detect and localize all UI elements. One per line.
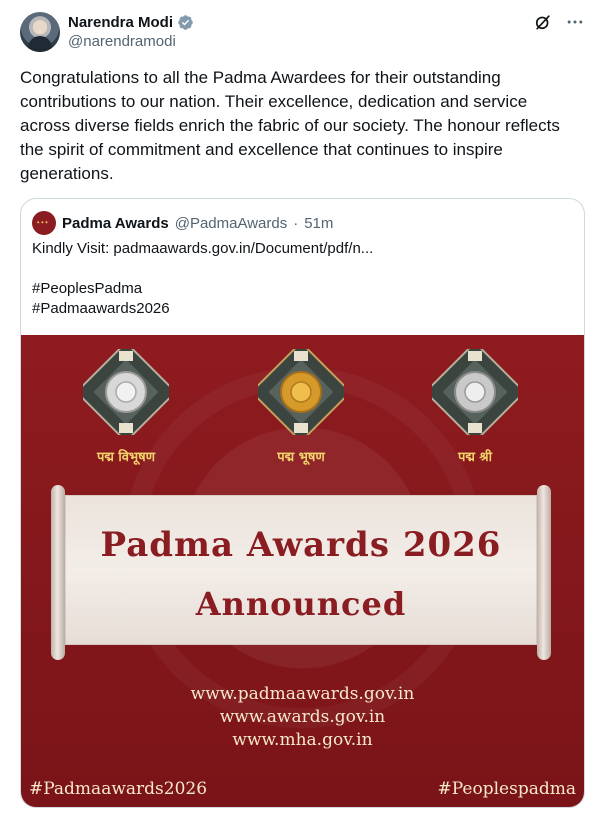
poster-url-list: www.padmaawards.gov.in www.awards.gov.in… <box>21 683 584 752</box>
padma-awards-poster-image[interactable]: पद्म विभूषण पद्म भूषण पद्म श्री Padma Aw… <box>21 335 584 807</box>
author-handle[interactable]: @narendramodi <box>68 33 194 50</box>
padma-shri-medal-icon <box>432 349 518 435</box>
separator-dot: · <box>293 214 299 232</box>
poster-hashtag-left: #Padmaawards2026 <box>29 779 208 799</box>
padma-bhushan-label: पद्म भूषण <box>277 450 325 465</box>
author-avatar[interactable] <box>20 12 60 52</box>
scroll-rod-right <box>537 485 551 660</box>
quoted-timestamp[interactable]: 51m <box>304 215 333 232</box>
quoted-tweet-text: Kindly Visit: padmaawards.gov.in/Documen… <box>32 240 374 317</box>
more-options-icon[interactable] <box>565 12 585 32</box>
poster-url: www.awards.gov.in <box>219 707 386 727</box>
tweet-text: Congratulations to all the Padma Awardee… <box>20 68 560 183</box>
poster-subtitle: Announced <box>195 585 407 623</box>
padma-vibhushan-medal-icon <box>83 349 169 435</box>
announcement-scroll: Padma Awards 2026 Announced <box>51 485 551 660</box>
poster-title: Padma Awards 2026 <box>100 525 502 565</box>
grok-icon[interactable] <box>533 12 553 32</box>
padma-vibhushan-label: पद्म विभूषण <box>96 450 156 465</box>
padma-shri-label: पद्म श्री <box>457 450 492 465</box>
quoted-tweet[interactable]: Padma Awards @PadmaAwards · 51m Kindly V… <box>20 198 585 808</box>
quoted-tweet-header: Padma Awards @PadmaAwards · 51m <box>32 211 333 235</box>
scroll-rod-left <box>51 485 65 660</box>
poster-url: www.padmaawards.gov.in <box>190 684 415 704</box>
quoted-author-name[interactable]: Padma Awards <box>62 215 169 232</box>
tweet-actions <box>533 12 585 32</box>
padma-bhushan-medal-icon <box>258 349 344 435</box>
verified-badge-icon <box>178 14 193 30</box>
quoted-author-avatar[interactable] <box>32 211 56 235</box>
poster-url: www.mha.gov.in <box>232 730 373 750</box>
tweet-header: Narendra Modi @narendramodi <box>68 12 194 50</box>
author-display-name[interactable]: Narendra Modi <box>68 14 173 31</box>
poster-hashtag-right: #Peoplespadma <box>437 779 576 799</box>
quoted-author-handle[interactable]: @PadmaAwards <box>175 215 288 232</box>
